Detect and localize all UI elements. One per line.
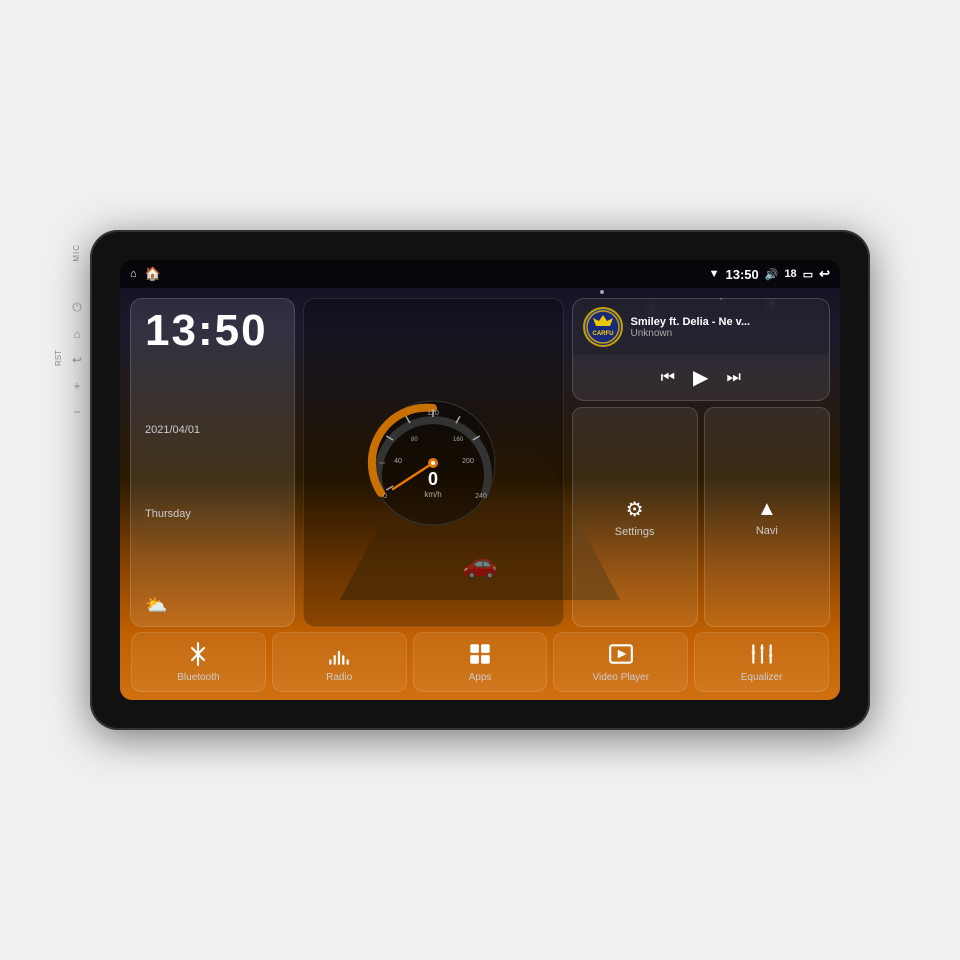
music-logo: CARFU [583,307,623,347]
clock-day: Thursday [145,508,280,520]
clock-time: 13:50 [145,309,280,353]
music-info: Smiley ft. Delia - Ne v... Unknown [631,316,820,339]
bluetooth-icon [185,641,211,667]
radio-button[interactable]: Radio [272,632,407,692]
volume-level: 18 [784,268,796,280]
right-panel: CARFU Smiley ft. Delia - Ne v... Unknown… [572,298,831,627]
power-icon[interactable]: ⏻ [72,300,82,315]
battery-icon: ▭ [803,268,813,281]
clock-date: 2021/04/01 [145,424,280,436]
video-icon [608,641,634,667]
vol-up-icon[interactable]: + [74,379,81,393]
equalizer-label: Equalizer [741,672,783,683]
video-label: Video Player [593,672,650,683]
next-button[interactable]: ⏭ [726,369,740,387]
back-side-icon[interactable]: ↩ [72,353,82,367]
bluetooth-button[interactable]: Bluetooth [131,632,266,692]
svg-text:160: 160 [453,437,464,443]
video-button[interactable]: Video Player [553,632,688,692]
status-center: ▼ 13:50 🔊 18 ▭ ↩ [709,266,830,282]
navi-button[interactable]: ▲ Navi [704,407,830,627]
radio-icon [326,641,352,667]
radio-label: Radio [326,672,352,683]
apps-icon [467,641,493,667]
music-widget: CARFU Smiley ft. Delia - Ne v... Unknown… [572,298,831,401]
svg-text:km/h: km/h [425,490,442,499]
status-left: ⌂ 🏠 [130,266,709,282]
app-bar: Bluetooth Radio [120,632,840,700]
speedometer-widget: 0 40 120 200 240 80 160 [303,298,564,627]
settings-button[interactable]: ⚙ Settings [572,407,698,627]
music-artist: Unknown [631,328,820,339]
svg-text:200: 200 [462,458,474,465]
apps-button[interactable]: Apps [413,632,548,692]
prev-button[interactable]: ⏮ [661,369,675,387]
svg-text:40: 40 [394,458,402,465]
widgets-row: 13:50 2021/04/01 Thursday ⛅ [120,288,840,632]
music-controls: ⏮ ▶ ⏭ [573,355,830,400]
settings-icon: ⚙ [626,497,644,522]
status-bar: ⌂ 🏠 ▼ 13:50 🔊 18 ▭ ↩ [120,260,840,288]
status-time: 13:50 [725,267,758,282]
bluetooth-label: Bluetooth [177,672,219,683]
navi-label: Navi [756,525,778,537]
house-filled-icon[interactable]: 🏠 [145,266,161,282]
clock-widget: 13:50 2021/04/01 Thursday ⛅ [130,298,295,627]
wifi-icon: ▼ [709,268,720,280]
music-title: Smiley ft. Delia - Ne v... [631,316,820,328]
mic-label: MIC [72,244,81,262]
rst-label: RST [54,350,63,366]
settings-navi-row: ⚙ Settings ▲ Navi [572,407,831,627]
svg-text:80: 80 [411,437,418,443]
side-controls: RST ⏻ ⌂ ↩ + − [72,300,82,419]
volume-icon: 🔊 [765,268,779,281]
svg-text:0: 0 [383,493,387,500]
svg-text:0: 0 [428,469,438,489]
vol-down-icon[interactable]: − [74,405,81,419]
main-content: 13:50 2021/04/01 Thursday ⛅ [120,288,840,700]
weather-display: ⛅ [145,595,280,616]
play-button[interactable]: ▶ [693,365,708,390]
settings-label: Settings [615,526,655,538]
svg-text:CARFU: CARFU [592,331,613,337]
apps-label: Apps [469,672,492,683]
home-side-icon[interactable]: ⌂ [73,327,80,341]
navi-icon: ▲ [757,498,777,521]
equalizer-icon [749,641,775,667]
screen: 🚗 ⌂ 🏠 ▼ 13:50 🔊 18 ▭ ↩ [120,260,840,700]
equalizer-button[interactable]: Equalizer [694,632,829,692]
music-top: CARFU Smiley ft. Delia - Ne v... Unknown [573,299,830,355]
home-icon[interactable]: ⌂ [130,268,137,280]
weather-icon: ⛅ [145,595,167,616]
back-icon[interactable]: ↩ [819,266,830,282]
car-head-unit: MIC RST ⏻ ⌂ ↩ + − 🚗 ⌂ 🏠 ▼ 13:50 [90,230,870,730]
speedometer-svg: 0 40 120 200 240 80 160 [363,393,503,533]
svg-text:240: 240 [475,493,487,500]
